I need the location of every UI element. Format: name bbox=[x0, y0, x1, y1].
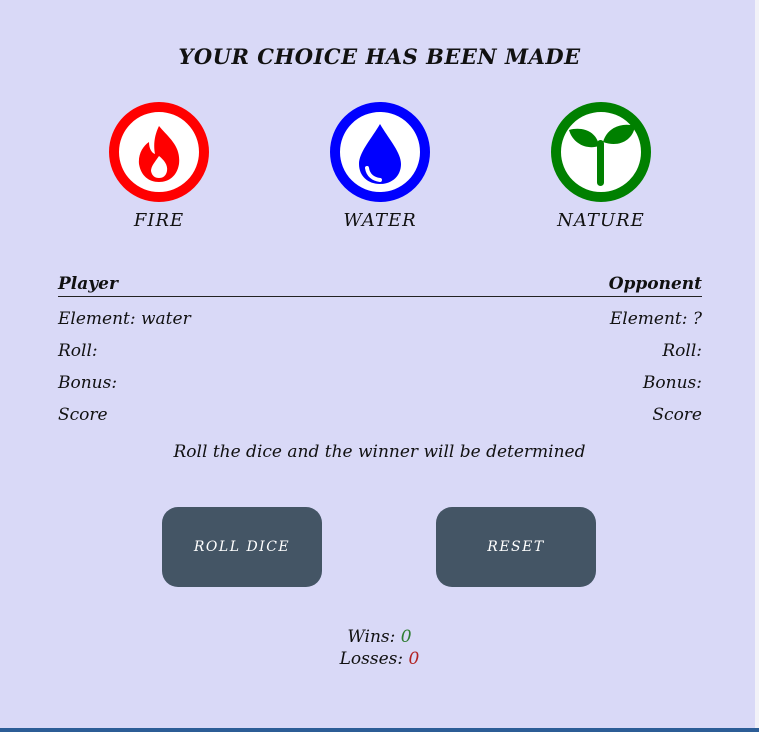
stats-row-bonus: Bonus: Bonus: bbox=[58, 367, 702, 399]
stats-row-element: Element: water Element: ? bbox=[58, 303, 702, 335]
opponent-roll: Roll: bbox=[662, 341, 702, 361]
losses-count: 0 bbox=[408, 649, 420, 669]
player-roll: Roll: bbox=[58, 341, 98, 361]
stats-header-row: Player Opponent bbox=[58, 272, 702, 297]
opponent-header: Opponent bbox=[608, 274, 702, 294]
element-label: NATURE bbox=[557, 210, 645, 231]
wins-count: 0 bbox=[400, 627, 412, 647]
element-label: FIRE bbox=[133, 210, 185, 231]
stats-row-roll: Roll: Roll: bbox=[58, 335, 702, 367]
stats-table: Player Opponent Element: water Element: … bbox=[58, 272, 702, 431]
player-bonus: Bonus: bbox=[58, 373, 118, 393]
losses-label: Losses: bbox=[339, 649, 404, 669]
player-element: Element: water bbox=[58, 309, 191, 329]
wins-line: Wins: 0 bbox=[0, 626, 759, 648]
wins-label: Wins: bbox=[347, 627, 396, 647]
window-edge bbox=[755, 0, 759, 732]
flame-icon bbox=[109, 102, 209, 202]
score-record: Wins: 0 Losses: 0 bbox=[0, 626, 759, 670]
stats-row-score: Score Score bbox=[58, 399, 702, 431]
reset-button[interactable]: RESET bbox=[436, 507, 596, 587]
water-drop-icon bbox=[330, 102, 430, 202]
page-title: YOUR CHOICE HAS BEEN MADE bbox=[178, 44, 581, 69]
status-message: Roll the dice and the winner will be det… bbox=[173, 442, 586, 462]
opponent-element: Element: ? bbox=[609, 309, 702, 329]
element-nature[interactable]: NATURE bbox=[531, 102, 671, 231]
element-water[interactable]: WATER bbox=[310, 102, 450, 231]
player-header: Player bbox=[58, 274, 118, 294]
opponent-score: Score bbox=[652, 405, 702, 425]
roll-dice-button[interactable]: ROLL DICE bbox=[162, 507, 322, 587]
opponent-bonus: Bonus: bbox=[642, 373, 702, 393]
taskbar-strip bbox=[0, 728, 759, 732]
sprout-icon bbox=[551, 102, 651, 202]
losses-line: Losses: 0 bbox=[0, 648, 759, 670]
element-fire[interactable]: FIRE bbox=[89, 102, 229, 231]
element-label: WATER bbox=[343, 210, 417, 231]
player-score: Score bbox=[58, 405, 108, 425]
